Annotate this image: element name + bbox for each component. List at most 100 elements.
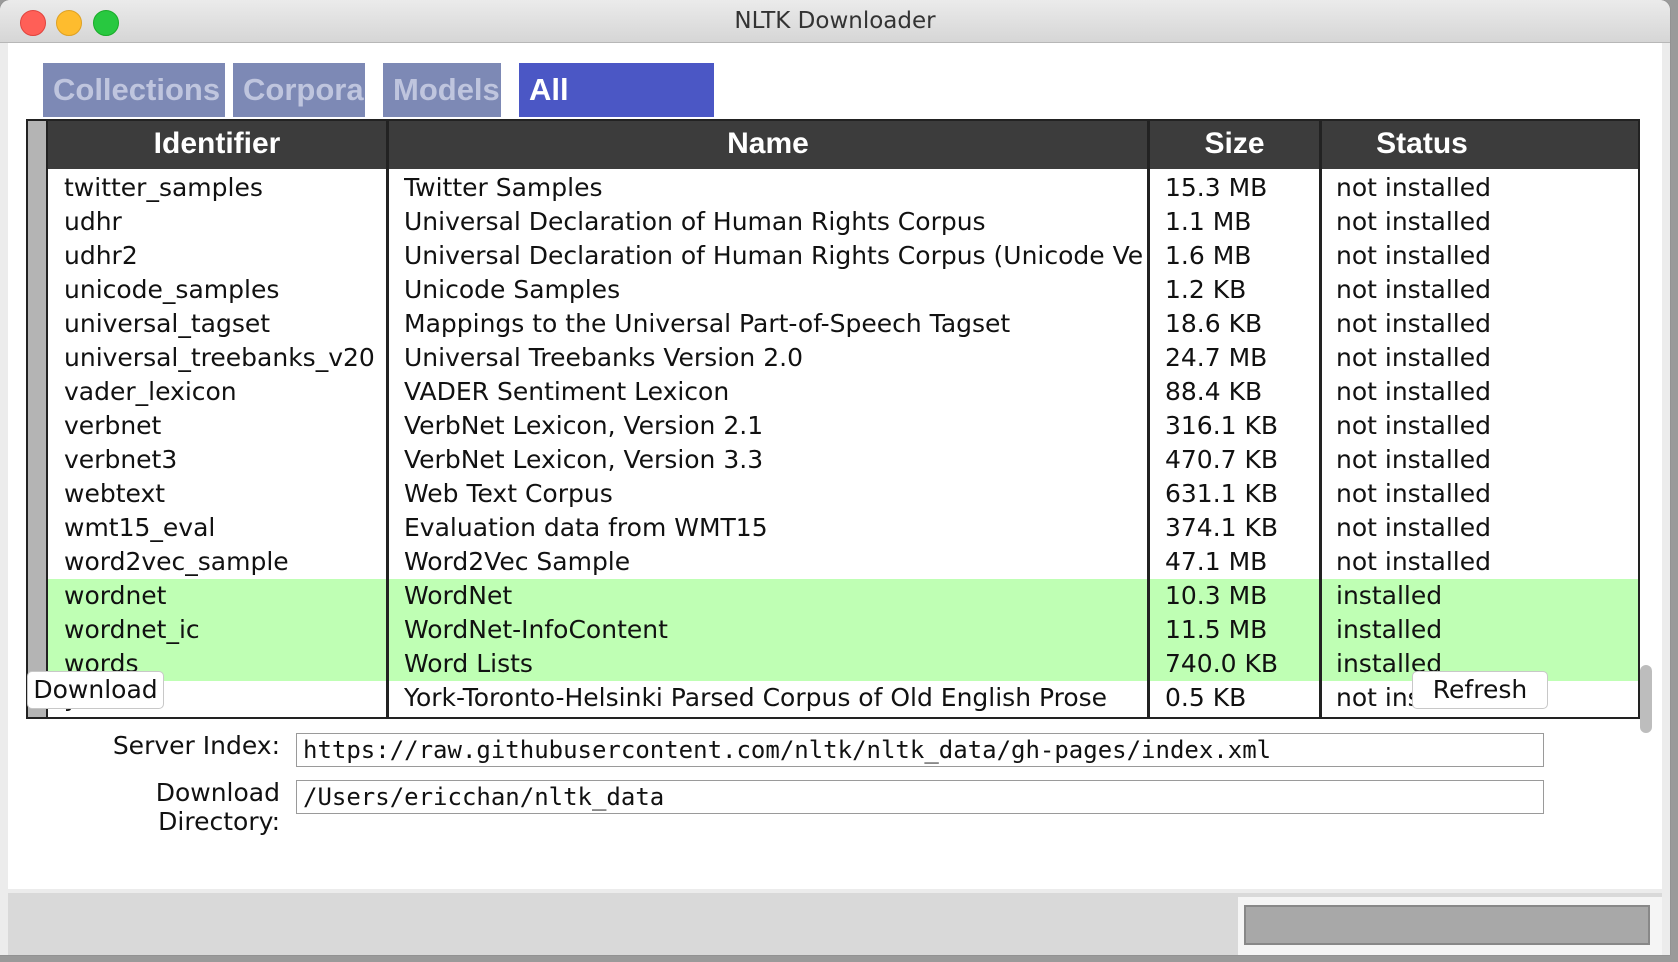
cell-identifier: udhr2 <box>64 241 138 270</box>
cell-size: 631.1 KB <box>1165 479 1279 508</box>
table-body: twitter_samples Twitter Samples 15.3 MB not… <box>48 171 1638 715</box>
table-row[interactable]: wordnet_ic WordNet-InfoContent 11.5 MB inst… <box>48 613 1638 647</box>
cell-identifier: verbnet3 <box>64 445 178 474</box>
table-row[interactable]: words Word Lists 740.0 KB installed <box>48 647 1638 681</box>
tab-collections[interactable]: Collections <box>43 63 225 117</box>
cell-status: not installed <box>1336 275 1491 304</box>
progress-area <box>1238 897 1662 955</box>
table-row[interactable]: unicode_samples Unicode Samples 1.2 KB not … <box>48 273 1638 307</box>
cell-status: not installed <box>1336 547 1491 576</box>
cell-name: Universal Declaration of Human Rights Co… <box>404 207 986 236</box>
cell-name: WordNet <box>404 581 513 610</box>
table-row[interactable]: udhr2 Universal Declaration of Human Righ… <box>48 239 1638 273</box>
header-name[interactable]: Name <box>389 121 1147 169</box>
cell-name: Unicode Samples <box>404 275 621 304</box>
cell-status: not installed <box>1336 207 1491 236</box>
cell-size: 18.6 KB <box>1165 309 1263 338</box>
tab-all-packages[interactable]: All Packages <box>519 63 714 161</box>
cell-status: not installed <box>1336 377 1491 406</box>
cell-name: Word2Vec Sample <box>404 547 631 576</box>
tab-models[interactable]: Models <box>383 63 501 117</box>
cell-size: 47.1 MB <box>1165 547 1268 576</box>
cell-name: Twitter Samples <box>404 173 603 202</box>
cell-name: VADER Sentiment Lexicon <box>404 377 730 406</box>
cell-size: 15.3 MB <box>1165 173 1268 202</box>
title-bar: NLTK Downloader <box>0 0 1670 43</box>
table-row[interactable]: ycoeYork-Toronto-Helsinki Parsed Corpus … <box>48 681 1638 715</box>
cell-status: installed <box>1336 615 1443 644</box>
cell-size: 740.0 KB <box>1165 649 1279 678</box>
cell-status: not installed <box>1336 241 1491 270</box>
cell-status: not installed <box>1336 173 1491 202</box>
cell-identifier: wmt15_eval <box>64 513 216 542</box>
cell-size: 24.7 MB <box>1165 343 1268 372</box>
cell-size: 1.6 MB <box>1165 241 1252 270</box>
cell-identifier: vader_lexicon <box>64 377 237 406</box>
tab-corpora[interactable]: Corpora <box>233 63 365 117</box>
cell-size: 88.4 KB <box>1165 377 1263 406</box>
column-divider <box>1319 121 1322 717</box>
cell-size: 470.7 KB <box>1165 445 1279 474</box>
cell-identifier: word2vec_sample <box>64 547 289 576</box>
cell-status: installed <box>1336 581 1443 610</box>
cell-size: 10.3 MB <box>1165 581 1268 610</box>
cell-identifier: twitter_samples <box>64 173 263 202</box>
cell-size: 0.5 KB <box>1165 683 1247 712</box>
window-title: NLTK Downloader <box>734 8 936 34</box>
table-row[interactable]: word2vec_sample Word2Vec Sample 47.1 MB not… <box>48 545 1638 579</box>
cell-name: VerbNet Lexicon, Version 3.3 <box>404 445 764 474</box>
table-header: Identifier Name Size Status <box>48 121 1638 169</box>
cell-name: Universal Treebanks Version 2.0 <box>404 343 803 372</box>
table-row[interactable]: vader_lexicon VADER Sentiment Lexicon 88.4… <box>48 375 1638 409</box>
cell-name: Mappings to the Universal Part-of-Speech… <box>404 309 1011 338</box>
table-row[interactable]: udhr Universal Declaration of Human Right… <box>48 205 1638 239</box>
cell-name: Evaluation data from WMT15 <box>404 513 768 542</box>
refresh-button[interactable]: Refresh <box>1412 671 1548 709</box>
progress-bar <box>1244 905 1650 945</box>
cell-identifier: webtext <box>64 479 166 508</box>
cell-name: VerbNet Lexicon, Version 2.1 <box>404 411 764 440</box>
row-selector-column <box>28 121 48 717</box>
cell-size: 316.1 KB <box>1165 411 1279 440</box>
download-button[interactable]: Download <box>27 671 164 709</box>
cell-identifier: wordnet_ic <box>64 615 200 644</box>
cell-status: not installed <box>1336 343 1491 372</box>
server-index-field[interactable]: https://raw.githubusercontent.com/nltk/n… <box>296 733 1544 767</box>
nltk-downloader-window: NLTK Downloader Collections Corpora Mode… <box>0 0 1670 955</box>
table-row[interactable]: wmt15_eval Evaluation data from WMT15 374.… <box>48 511 1638 545</box>
packages-table: Identifier Name Size Status twitter_samp… <box>26 119 1640 719</box>
cell-name: Word Lists <box>404 649 533 678</box>
table-row[interactable]: twitter_samples Twitter Samples 15.3 MB not… <box>48 171 1638 205</box>
cell-size: 1.1 MB <box>1165 207 1252 236</box>
cell-name: York-Toronto-Helsinki Parsed Corpus of O… <box>404 683 1108 712</box>
download-directory-field[interactable]: /Users/ericchan/nltk_data <box>296 780 1544 814</box>
cell-status: not installed <box>1336 513 1491 542</box>
table-row[interactable]: universal_tagset Mappings to the Universa… <box>48 307 1638 341</box>
cell-name: WordNet-InfoContent <box>404 615 668 644</box>
cell-status: not installed <box>1336 479 1491 508</box>
server-index-label: Server Index: <box>112 731 280 760</box>
table-row[interactable]: wordnet WordNet 10.3 MB installed <box>48 579 1638 613</box>
cell-name: Universal Declaration of Human Rights Co… <box>404 241 1142 270</box>
header-status[interactable]: Status <box>1322 121 1522 169</box>
cell-identifier: verbnet <box>64 411 162 440</box>
table-row[interactable]: verbnet3 VerbNet Lexicon, Version 3.3 470.… <box>48 443 1638 477</box>
table-row[interactable]: universal_treebanks_v20 Universal Treeban… <box>48 341 1638 375</box>
header-identifier[interactable]: Identifier <box>48 121 386 169</box>
column-divider <box>1147 121 1150 717</box>
download-directory-label: Download Directory: <box>155 778 280 836</box>
main-content: Collections Corpora Models All Packages … <box>8 43 1662 889</box>
header-size[interactable]: Size <box>1150 121 1319 169</box>
table-row[interactable]: webtext Web Text Corpus 631.1 KB not instal… <box>48 477 1638 511</box>
cell-status: not installed <box>1336 309 1491 338</box>
cell-identifier: udhr <box>64 207 122 236</box>
cell-status: not installed <box>1336 445 1491 474</box>
cell-identifier: universal_tagset <box>64 309 271 338</box>
cell-size: 11.5 MB <box>1165 615 1268 644</box>
table-row[interactable]: verbnet VerbNet Lexicon, Version 2.1 316.1… <box>48 409 1638 443</box>
column-divider <box>386 121 389 717</box>
cell-status: not installed <box>1336 411 1491 440</box>
cell-size: 374.1 KB <box>1165 513 1279 542</box>
scrollbar-thumb[interactable] <box>1640 665 1652 733</box>
cell-size: 1.2 KB <box>1165 275 1247 304</box>
